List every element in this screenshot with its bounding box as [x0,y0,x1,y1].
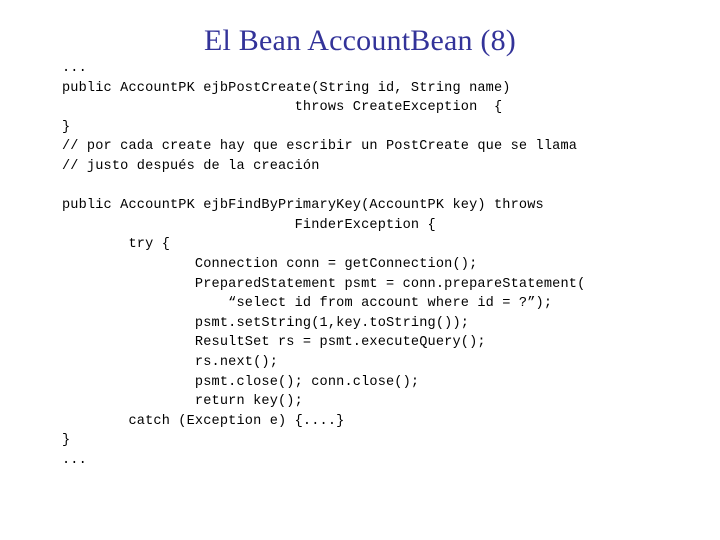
code-line: ... [62,61,87,76]
code-line: ResultSet rs = psmt.executeQuery(); [62,335,486,351]
code-line: psmt.close(); conn.close(); [62,374,420,390]
code-line: try { [62,237,170,253]
code-line: return key(); [62,394,303,410]
code-line: // por cada create hay que escribir un P… [62,139,578,155]
code-line: psmt.setString(1,key.toString()); [62,315,470,331]
page-title: El Bean AccountBean (8) [204,24,516,57]
code-line: Connection conn = getConnection(); [62,256,478,272]
code-line: public AccountPK ejbPostCreate(String id… [62,80,511,96]
code-line: “select id from account where id = ?”); [62,296,553,312]
code-listing: ... public AccountPK ejbPostCreate(String… [62,59,720,470]
code-line: rs.next(); [62,354,278,370]
code-line: throws CreateException { [62,100,503,116]
slide-canvas: El Bean AccountBean (8) ... public Accoun… [0,0,720,540]
code-line: catch (Exception e) {....} [62,413,345,429]
code-line: PreparedStatement psmt = conn.prepareSta… [62,276,586,292]
code-line: } [62,433,71,449]
code-line: FinderException { [62,217,436,233]
code-line: // justo después de la creación [62,158,320,174]
code-line: public AccountPK ejbFindByPrimaryKey(Acc… [62,198,544,214]
code-line: } [62,119,71,135]
code-line: ... [62,452,87,468]
